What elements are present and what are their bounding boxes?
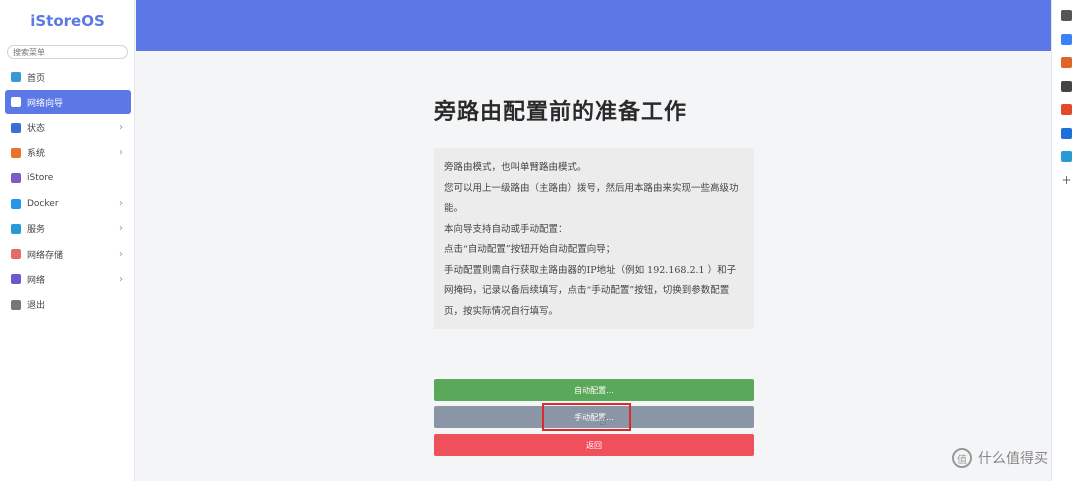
description-line: 旁路由模式，也叫单臂路由模式。 <box>444 162 587 173</box>
description-line: 手动配置则需自行获取主路由器的IP地址（例如 192.168.2.1 ）和子网掩… <box>444 264 737 317</box>
network-icon <box>11 274 21 285</box>
sidebar-item[interactable]: iStore <box>5 166 131 190</box>
chevron-right-icon: › <box>119 223 123 235</box>
description-box: 旁路由模式，也叫单臂路由模式。 您可以用上一级路由（主路由）拨号，然后用本路由来… <box>434 148 754 329</box>
chevron-right-icon: › <box>119 248 123 260</box>
auto-config-button[interactable]: 自动配置... <box>434 379 754 401</box>
top-header-bar <box>136 0 1051 51</box>
sidebar-item[interactable]: Docker › <box>5 192 131 216</box>
manual-config-button[interactable]: 手动配置... <box>434 406 754 428</box>
tag-icon[interactable] <box>1061 33 1072 45</box>
watermark: 值 什么值得买 <box>952 448 1048 468</box>
chevron-right-icon: › <box>119 273 123 285</box>
sidebar-item[interactable]: 退出 <box>5 293 131 317</box>
sidebar-item[interactable]: 状态 › <box>5 116 131 140</box>
sidebar-item-label: 状态 <box>27 124 46 135</box>
home-icon <box>11 72 21 82</box>
outlook-icon[interactable] <box>1061 127 1072 139</box>
sidebar-item-label: Docker <box>27 198 59 209</box>
store-icon <box>11 173 21 184</box>
chevron-right-icon: › <box>119 122 123 134</box>
back-button[interactable]: 返回 <box>434 434 754 456</box>
sidebar-item[interactable]: 网络向导 <box>5 90 131 115</box>
sidebar-item-label: 首页 <box>27 73 46 84</box>
watermark-text: 什么值得买 <box>978 451 1048 467</box>
sidebar-item-label: 服务 <box>27 225 46 236</box>
chevron-right-icon: › <box>119 198 123 209</box>
right-toolbar: + <box>1051 0 1080 481</box>
globe-icon <box>11 97 21 108</box>
services-icon <box>11 223 21 234</box>
plus-icon[interactable]: + <box>1061 174 1072 186</box>
office-icon[interactable] <box>1061 104 1072 115</box>
sidebar-item-label: 退出 <box>27 301 46 312</box>
sidebar-item[interactable]: 服务 › <box>5 217 131 241</box>
dashboard-icon <box>11 122 21 133</box>
sidebar-item-label: 系统 <box>27 149 46 160</box>
user-tool-icon[interactable] <box>1061 80 1072 92</box>
cart-icon[interactable] <box>1061 151 1072 162</box>
storage-icon <box>11 249 21 260</box>
logout-icon <box>11 299 21 310</box>
menu-search-input[interactable] <box>7 45 128 59</box>
toolbox-icon[interactable] <box>1061 57 1072 68</box>
description-line: 您可以用上一级路由（主路由）拨号，然后用本路由来实现一些高级功能。 <box>444 182 739 215</box>
page-title: 旁路由配置前的准备工作 <box>434 100 688 125</box>
sidebar-item-label: 网络存储 <box>27 250 64 261</box>
sidebar-item-label: 网络 <box>27 275 46 286</box>
search-tool-icon[interactable] <box>1061 10 1072 21</box>
hand-cursor-icon: ☝ <box>599 414 607 429</box>
sidebar-item-label: iStore <box>27 173 54 184</box>
sidebar-item-label: 网络向导 <box>27 98 64 109</box>
description-line: 点击“自动配置”按钮开始自动配置向导； <box>444 244 616 255</box>
sidebar: iStoreOS 首页网络向导状态›系统›iStoreDocker›服务›网络存… <box>0 0 135 481</box>
sidebar-item[interactable]: 系统 › <box>5 141 131 165</box>
gear-icon <box>11 147 21 158</box>
sidebar-item[interactable]: 网络存储 › <box>5 242 131 266</box>
chevron-right-icon: › <box>119 147 123 159</box>
docker-icon <box>11 198 21 209</box>
description-line: 本向导支持自动或手动配置： <box>444 223 568 235</box>
watermark-icon: 值 <box>952 448 972 468</box>
sidebar-item[interactable]: 首页 <box>5 65 131 89</box>
brand-logo: iStoreOS <box>30 12 105 30</box>
sidebar-item[interactable]: 网络 › <box>5 267 131 291</box>
